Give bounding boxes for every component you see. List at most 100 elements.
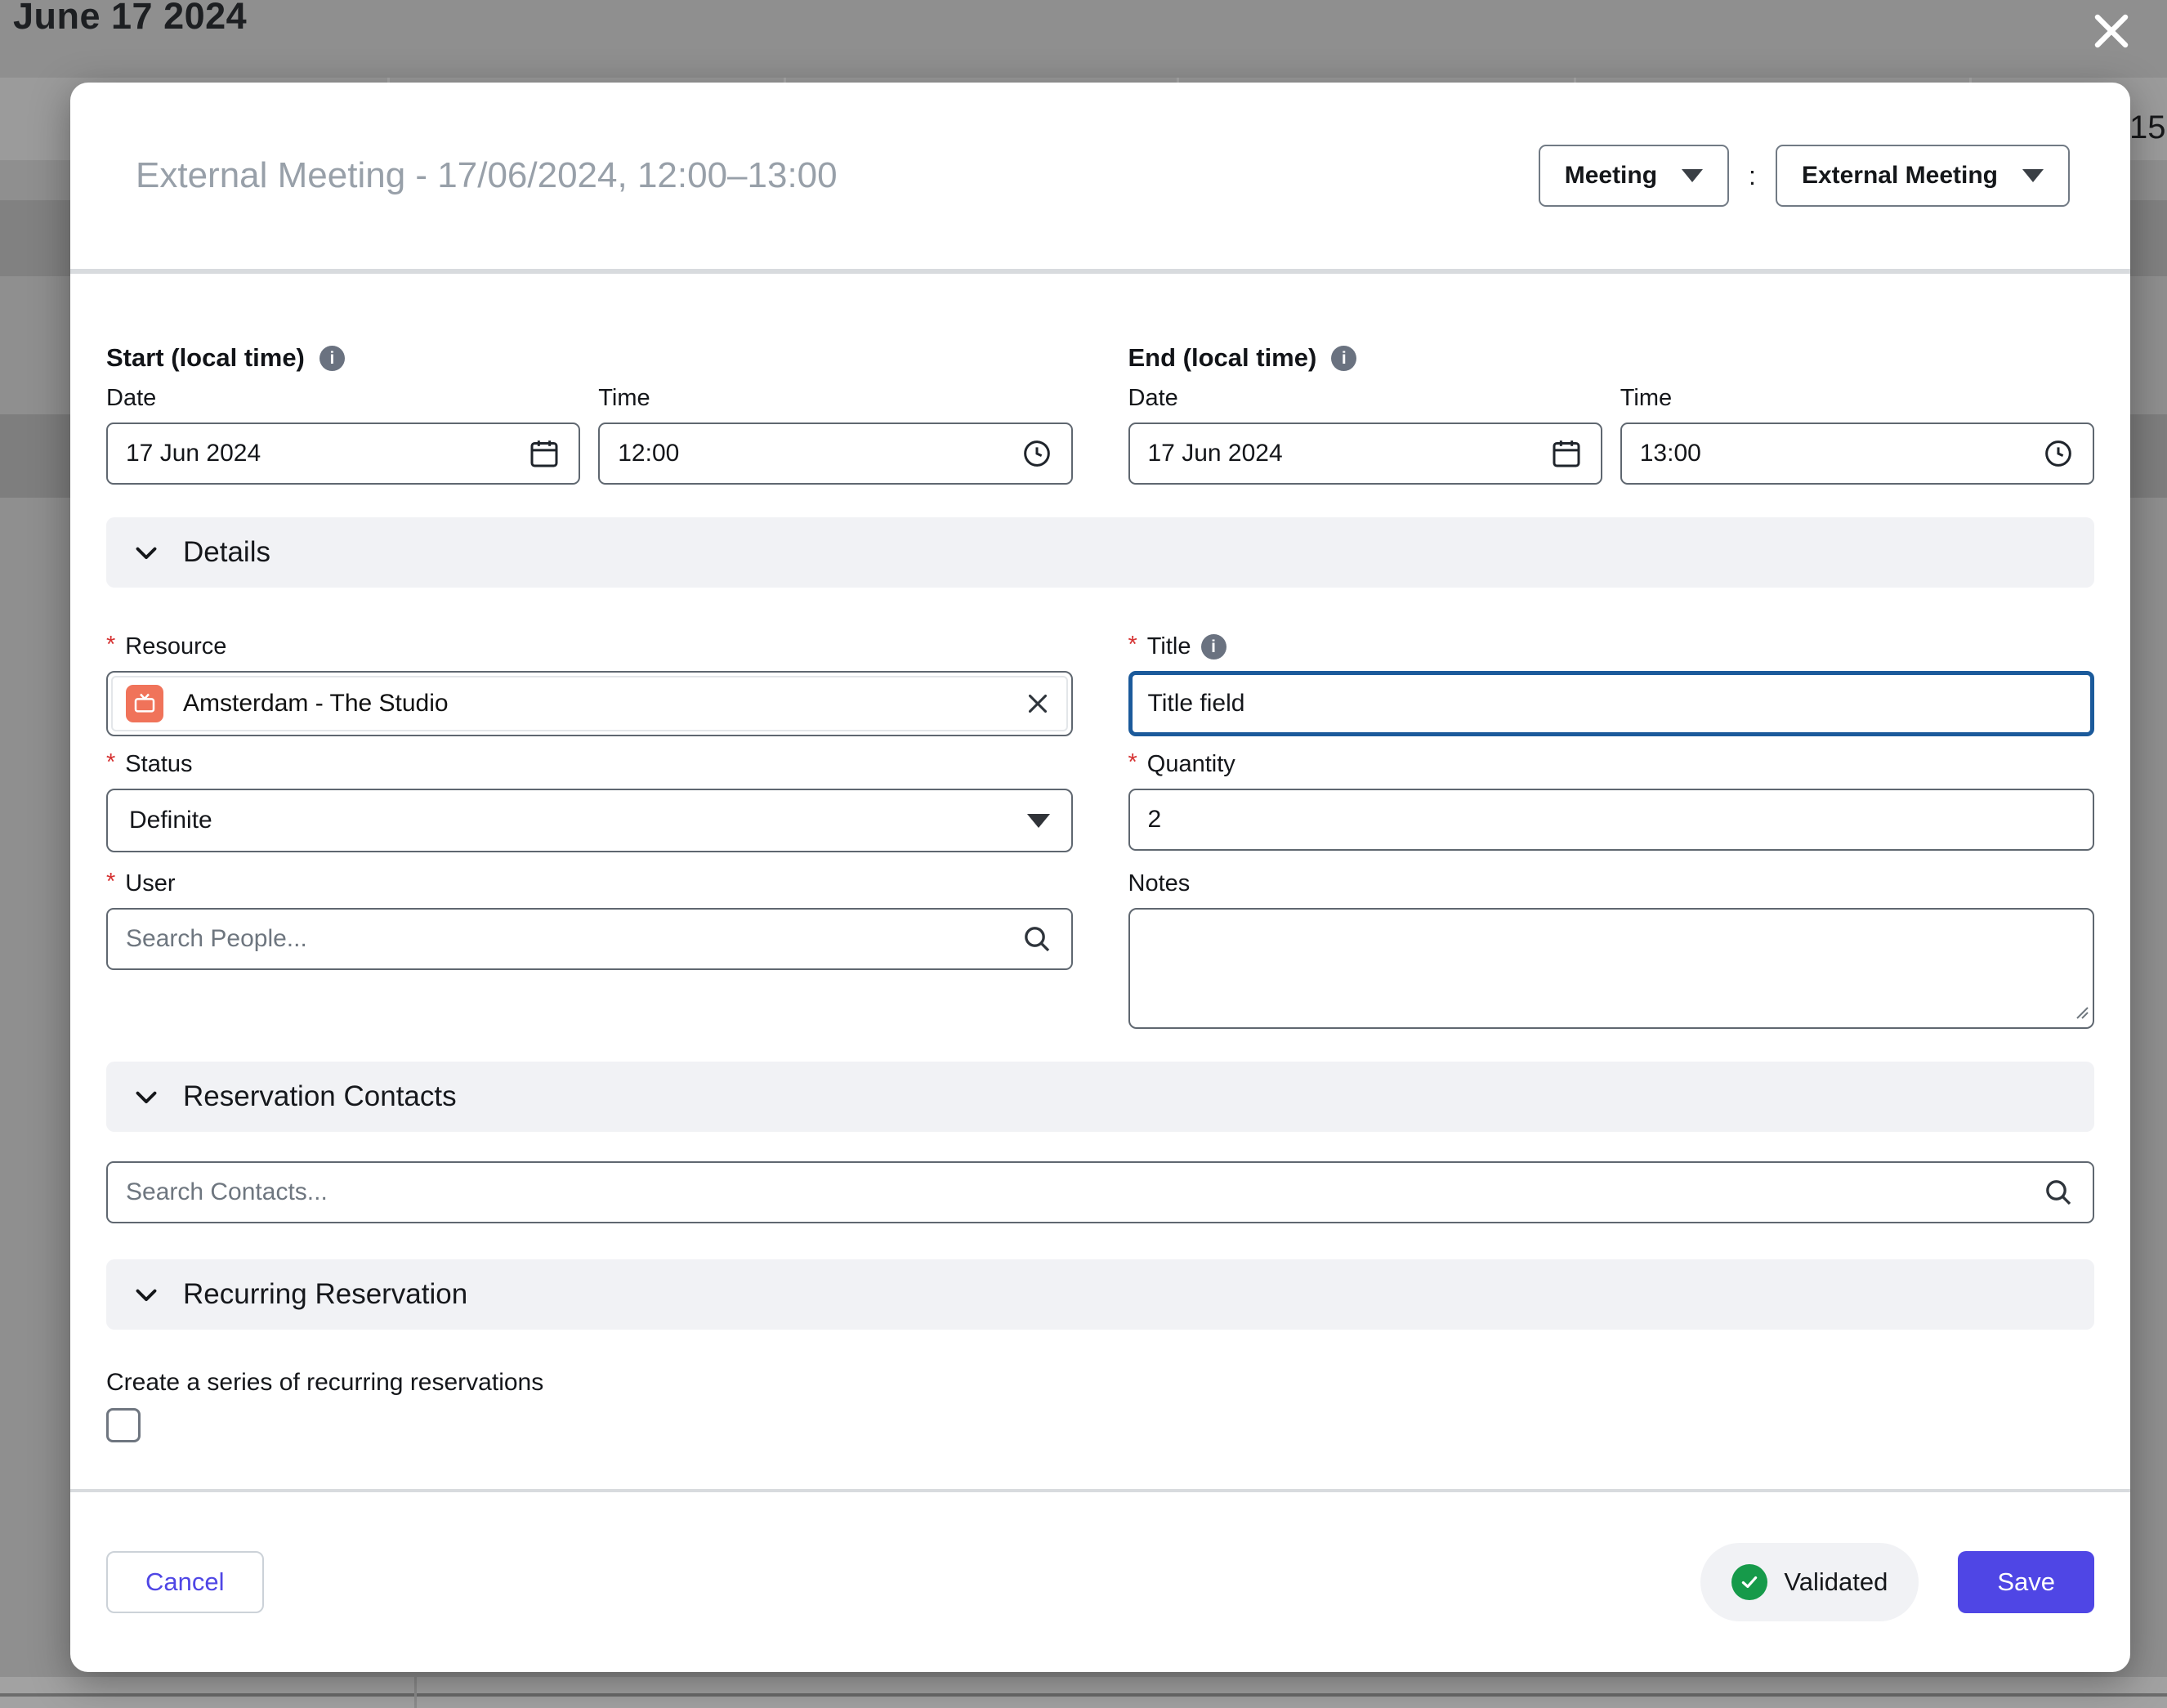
info-icon[interactable]: i xyxy=(1331,346,1356,371)
calendar-icon[interactable] xyxy=(528,437,561,470)
meeting-type-value: Meeting xyxy=(1565,162,1657,190)
start-date-input[interactable] xyxy=(126,440,513,467)
title-label: Title xyxy=(1147,633,1191,660)
start-label: Start (local time) xyxy=(106,343,305,373)
end-date-field: Date xyxy=(1128,383,1602,485)
calendar-icon[interactable] xyxy=(1550,437,1583,470)
contacts-section-title: Reservation Contacts xyxy=(183,1080,457,1113)
chevron-down-icon xyxy=(129,535,163,570)
clock-icon[interactable] xyxy=(1021,437,1053,470)
user-field: * User xyxy=(106,869,1073,1029)
end-label: End (local time) xyxy=(1128,343,1317,373)
notes-label-row: Notes xyxy=(1128,869,2095,898)
user-label-row: * User xyxy=(106,869,1073,898)
end-date-label: Date xyxy=(1128,383,1602,413)
resource-label: Resource xyxy=(125,633,226,660)
end-group: End (local time) i Date Tim xyxy=(1128,342,2095,485)
user-label: User xyxy=(125,870,175,897)
check-icon xyxy=(1731,1564,1767,1600)
user-search-input[interactable] xyxy=(126,925,1006,953)
recurring-checkbox[interactable] xyxy=(106,1408,141,1442)
caret-down-icon xyxy=(1027,814,1050,828)
status-field: * Status Definite xyxy=(106,749,1073,852)
chevron-down-icon xyxy=(129,1277,163,1312)
notes-textarea[interactable] xyxy=(1128,908,2095,1029)
user-search-wrap xyxy=(106,908,1073,970)
end-time-label: Time xyxy=(1620,383,2094,413)
clock-icon[interactable] xyxy=(2042,437,2075,470)
quantity-input-wrap xyxy=(1128,789,2095,851)
end-date-input-wrap xyxy=(1128,423,1602,485)
start-time-input-wrap xyxy=(598,423,1072,485)
required-asterisk: * xyxy=(1128,751,1137,775)
title-input-wrap xyxy=(1128,671,2095,736)
contacts-search-wrap xyxy=(106,1161,2094,1223)
required-asterisk: * xyxy=(1128,633,1137,657)
required-asterisk: * xyxy=(106,633,115,657)
quantity-field: * Quantity xyxy=(1128,749,2095,852)
info-icon[interactable]: i xyxy=(319,346,345,371)
footer-right-group: Validated Save xyxy=(1700,1543,2094,1621)
contacts-search-input[interactable] xyxy=(126,1178,2027,1206)
start-time-input[interactable] xyxy=(618,440,1005,467)
meeting-type-select[interactable]: Meeting xyxy=(1539,145,1729,207)
recurring-checkbox-label: Create a series of recurring reservation… xyxy=(106,1367,2094,1398)
status-select[interactable]: Definite xyxy=(106,789,1073,852)
validated-label: Validated xyxy=(1784,1567,1888,1597)
title-input[interactable] xyxy=(1148,690,2075,718)
modal-footer: Cancel Validated Save xyxy=(70,1489,2130,1672)
tv-icon xyxy=(126,685,163,722)
start-time-label: Time xyxy=(598,383,1072,413)
modal-body: Start (local time) i Date T xyxy=(70,274,2130,1489)
status-label-row: * Status xyxy=(106,749,1073,779)
caret-down-icon xyxy=(2022,169,2044,182)
info-icon[interactable]: i xyxy=(1201,634,1226,660)
end-time-input-wrap xyxy=(1620,423,2094,485)
modal-close-button[interactable] xyxy=(2085,5,2138,57)
search-icon xyxy=(2042,1176,2075,1209)
notes-field: Notes xyxy=(1128,869,2095,1029)
quantity-label-row: * Quantity xyxy=(1128,749,2095,779)
contacts-section-header[interactable]: Reservation Contacts xyxy=(106,1062,2094,1132)
quantity-label: Quantity xyxy=(1147,751,1235,778)
clear-icon[interactable] xyxy=(1022,688,1053,719)
meeting-subtype-value: External Meeting xyxy=(1802,162,1998,190)
start-group: Start (local time) i Date T xyxy=(106,342,1073,485)
calendar-date-header: June 17 2024 xyxy=(13,0,247,38)
required-asterisk: * xyxy=(106,870,115,894)
calendar-gridline xyxy=(414,1677,417,1708)
calendar-day-number: 15 xyxy=(2129,110,2166,146)
save-button[interactable]: Save xyxy=(1958,1551,2094,1613)
details-section-title: Details xyxy=(183,536,270,569)
end-date-input[interactable] xyxy=(1148,440,1535,467)
details-section-header[interactable]: Details xyxy=(106,517,2094,588)
close-icon xyxy=(2089,9,2133,53)
type-separator: : xyxy=(1749,161,1756,191)
start-fields: Date Time xyxy=(106,383,1073,485)
status-label: Status xyxy=(125,751,192,778)
title-label-row: * Title i xyxy=(1128,632,2095,661)
datetime-row: Start (local time) i Date T xyxy=(106,342,2094,485)
start-date-input-wrap xyxy=(106,423,580,485)
details-fields: * Resource Amsterdam - The Studio * xyxy=(106,632,2094,1029)
calendar-row-band xyxy=(0,1677,2167,1708)
start-date-label: Date xyxy=(106,383,580,413)
cancel-button[interactable]: Cancel xyxy=(106,1551,264,1613)
resource-field: * Resource Amsterdam - The Studio xyxy=(106,632,1073,736)
reservation-title-placeholder[interactable]: External Meeting - 17/06/2024, 12:00–13:… xyxy=(136,155,838,196)
quantity-input[interactable] xyxy=(1148,806,2075,834)
search-icon xyxy=(1021,923,1053,955)
start-date-field: Date xyxy=(106,383,580,485)
resource-label-row: * Resource xyxy=(106,632,1073,661)
meeting-subtype-select[interactable]: External Meeting xyxy=(1776,145,2070,207)
required-asterisk: * xyxy=(106,751,115,775)
notes-input-wrap xyxy=(1128,908,2095,1029)
start-time-field: Time xyxy=(598,383,1072,485)
recurring-section-header[interactable]: Recurring Reservation xyxy=(106,1259,2094,1330)
chevron-down-icon xyxy=(129,1080,163,1114)
calendar-gridline xyxy=(0,1693,2167,1697)
end-time-field: Time xyxy=(1620,383,2094,485)
title-field: * Title i xyxy=(1128,632,2095,736)
resource-combobox[interactable]: Amsterdam - The Studio xyxy=(106,671,1073,736)
end-time-input[interactable] xyxy=(1640,440,2027,467)
